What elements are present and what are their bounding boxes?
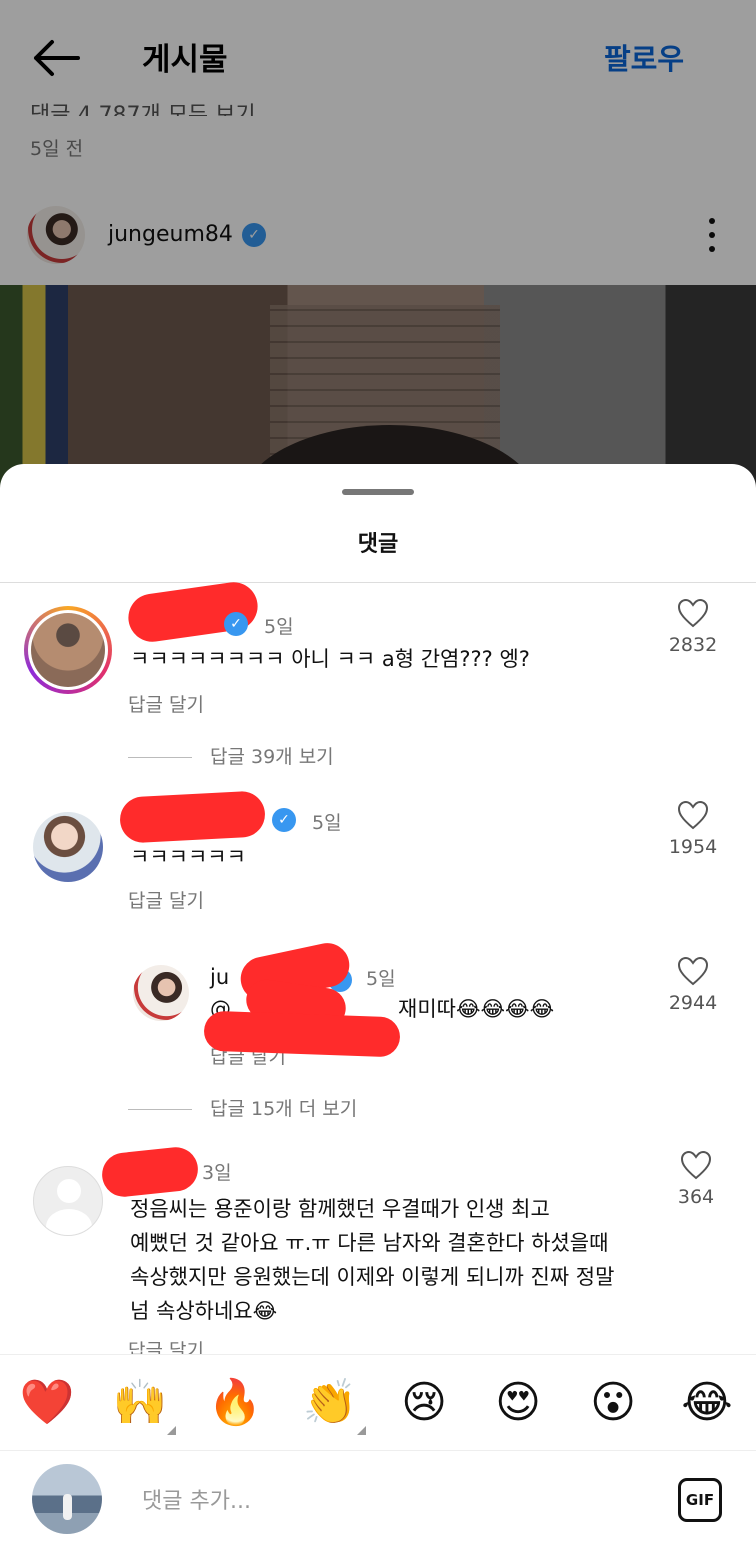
view-replies-label: 답글 15개 더 보기 [210,1098,358,1120]
like-count: 1954 [668,836,718,858]
redacted-username [99,1145,201,1199]
comment-time: 5일 [312,812,342,834]
view-replies-button[interactable]: 답글 39개 보기 [128,742,334,769]
verified-badge-icon: ✓ [224,612,248,636]
emoji-heart-button[interactable]: ❤️ [17,1373,77,1433]
reply-time: 5일 [366,968,396,990]
like-button[interactable]: 1954 [663,800,723,858]
emoji-surprised-button[interactable]: 😮 [583,1373,643,1433]
reply-button[interactable]: 답글 달기 [128,886,204,913]
like-button[interactable]: 2832 [663,598,723,656]
heart-icon [677,800,709,830]
comment-item: ✓ 5일 ㅋㅋㅋㅋㅋㅋㅋㅋ 아니 ㅋㅋ a형 간염??? 엥? 답글 달기 28… [0,579,756,770]
emoji-glyph: 🙌 [112,1377,168,1428]
my-avatar [32,1464,102,1534]
comment-input[interactable] [142,1481,622,1521]
comment-time: 5일 [264,616,294,638]
comment-item: ✓ 5일 ㅋㅋㅋㅋㅋㅋ 답글 달기 1954 ju ✓ 5일 @ 재미따😂😂😂😂… [0,790,756,1140]
like-count: 364 [677,1186,715,1208]
skin-tone-indicator [357,1426,366,1435]
dim-overlay[interactable] [0,0,756,540]
commenter-avatar[interactable] [24,606,112,694]
sheet-title: 댓글 [357,532,399,557]
default-avatar-icon[interactable] [33,1166,103,1236]
emoji-reaction-bar: ❤️ 🙌 🔥 👏 😢 😍 😮 😂 [0,1354,756,1450]
reply-button[interactable]: 답글 달기 [128,690,204,717]
emoji-glyph: 👏 [302,1377,358,1428]
emoji-crying-button[interactable]: 😢 [394,1373,454,1433]
like-count: 2832 [668,634,718,656]
view-replies-label: 답글 39개 보기 [210,746,334,768]
skin-tone-indicator [167,1426,176,1435]
reply-avatar[interactable] [133,965,189,1021]
like-button[interactable]: 2944 [663,956,723,1014]
emoji-heart-eyes-button[interactable]: 😍 [488,1373,548,1433]
verified-badge-icon: ✓ [272,808,296,832]
redacted-username [118,790,267,844]
divider [0,582,756,583]
comment-text: ㅋㅋㅋㅋㅋㅋ [130,845,246,869]
comment-text: 정음씨는 용준이랑 함께했던 우결때가 인생 최고 예뻤던 것 같아요 ㅠ.ㅠ … [130,1197,615,1323]
reply-text: 재미따😂😂😂😂 [398,997,555,1021]
like-count: 2944 [668,992,718,1014]
comment-time: 3일 [202,1162,232,1184]
emoji-laughing-button[interactable]: 😂 [677,1373,737,1433]
gif-button[interactable]: GIF [678,1478,722,1522]
heart-icon [677,956,709,986]
comment-text: ㅋㅋㅋㅋㅋㅋㅋㅋ 아니 ㅋㅋ a형 간염??? 엥? [130,647,530,671]
like-button[interactable]: 364 [666,1150,726,1208]
sheet-grabber[interactable] [342,489,414,495]
heart-icon [677,598,709,628]
reply-username[interactable]: ju [210,965,229,989]
heart-icon [680,1150,712,1180]
emoji-clap-button[interactable]: 👏 [300,1373,366,1435]
comment-item: 3일 정음씨는 용준이랑 함께했던 우결때가 인생 최고 예뻤던 것 같아요 ㅠ… [0,1145,756,1362]
view-replies-button[interactable]: 답글 15개 더 보기 [128,1094,357,1121]
redacted-mention [203,1010,401,1058]
emoji-raised-hands-button[interactable]: 🙌 [110,1373,176,1435]
emoji-fire-button[interactable]: 🔥 [205,1373,265,1433]
commenter-avatar[interactable] [33,812,103,882]
comment-composer: GIF [0,1450,756,1547]
